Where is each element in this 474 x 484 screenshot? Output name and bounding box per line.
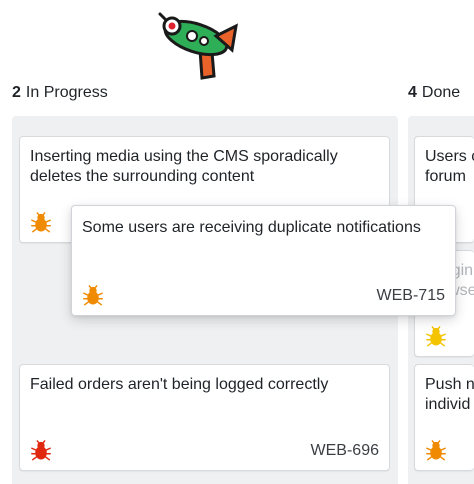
column-title: In Progress xyxy=(25,84,108,101)
bug-icon xyxy=(31,212,51,233)
bug-icon xyxy=(31,440,51,461)
card-title: Inserting media using the CMS sporadical… xyxy=(30,148,338,185)
bug-icon xyxy=(426,326,446,347)
card-title: Push n… individ xyxy=(425,376,474,413)
column-header-done[interactable]: 4 Done xyxy=(408,84,460,102)
bug-icon xyxy=(83,285,103,306)
issue-key: WEB-715 xyxy=(376,287,445,304)
issue-card[interactable]: Push n… individ xyxy=(414,364,474,471)
column-title: Done xyxy=(421,84,461,101)
card-title: Failed orders aren't being logged correc… xyxy=(30,376,329,393)
card-title: Users c… forum xyxy=(425,148,474,185)
dragged-issue-card[interactable]: Some users are receiving duplicate notif… xyxy=(71,205,456,316)
column-count: 4 xyxy=(408,84,417,101)
ray-gun-logo xyxy=(158,12,238,80)
bug-icon xyxy=(426,440,446,461)
column-count: 2 xyxy=(12,84,21,101)
issue-card[interactable]: Failed orders aren't being logged correc… xyxy=(19,364,390,471)
issue-key: WEB-696 xyxy=(310,442,379,459)
card-title: Some users are receiving duplicate notif… xyxy=(82,219,421,236)
kanban-board: 2 In Progress 4 Done Inserting media usi… xyxy=(0,0,474,484)
column-header-in-progress[interactable]: 2 In Progress xyxy=(12,84,108,102)
